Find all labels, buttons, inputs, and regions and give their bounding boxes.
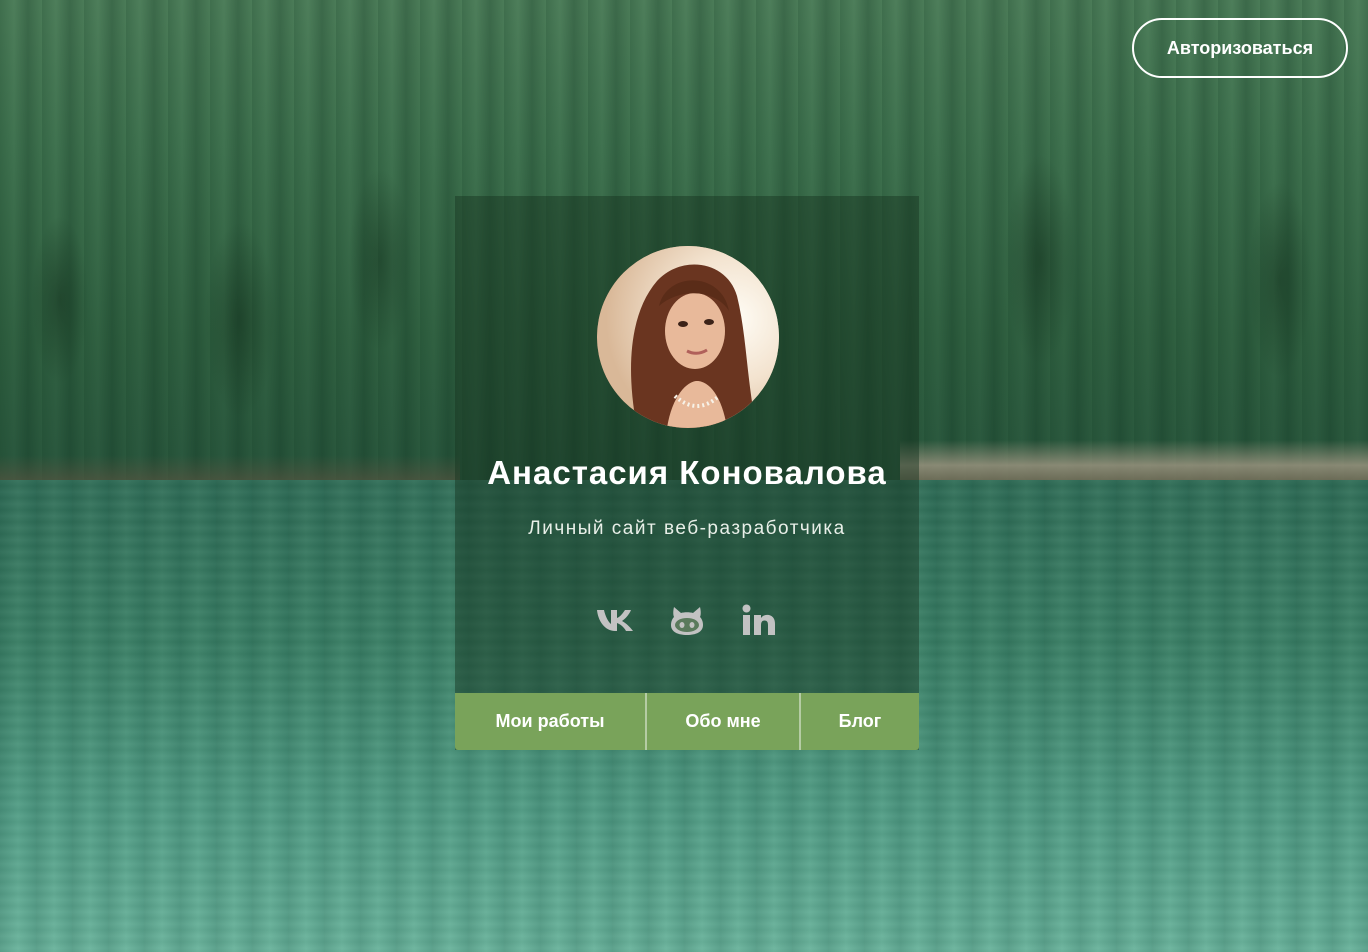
github-icon (671, 607, 703, 635)
shore-left (0, 455, 460, 480)
avatar (597, 246, 779, 428)
social-link-linkedin[interactable] (738, 600, 780, 640)
page-background: Авторизоваться Анастасия Коновалова Личн… (0, 0, 1368, 952)
social-link-github[interactable] (666, 600, 708, 640)
vk-icon (597, 610, 633, 631)
social-link-vk[interactable] (594, 600, 636, 640)
profile-card: Анастасия Коновалова Личный сайт веб-раз… (455, 196, 919, 750)
nav-item-blog[interactable]: Блог (799, 693, 919, 750)
login-button[interactable]: Авторизоваться (1132, 18, 1348, 78)
main-nav: Мои работы Обо мне Блог (455, 693, 919, 750)
nav-item-about[interactable]: Обо мне (645, 693, 799, 750)
profile-subtitle: Личный сайт веб-разработчика (528, 518, 846, 539)
profile-name: Анастасия Коновалова (487, 454, 887, 491)
social-links (455, 600, 919, 640)
shore-right (900, 440, 1368, 482)
nav-item-my-works[interactable]: Мои работы (455, 693, 645, 750)
profile-photo-icon (597, 246, 779, 428)
linkedin-icon (742, 604, 775, 635)
